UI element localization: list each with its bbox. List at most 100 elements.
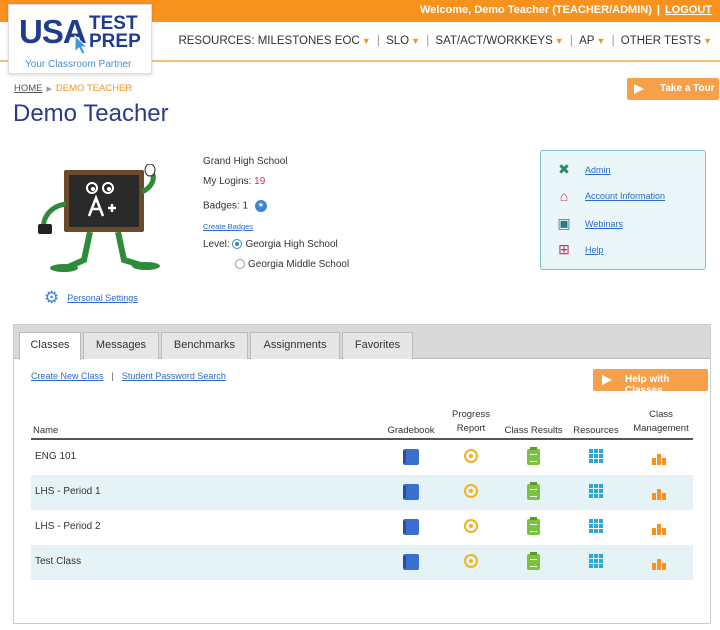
level-option-middle-school[interactable]: Georgia Middle School — [235, 259, 349, 270]
nav-item-sat-act[interactable]: SAT/ACT/WORKKEYS ▼ — [435, 35, 563, 47]
class-management-icon[interactable] — [652, 521, 668, 535]
tour-button-label: Take a Tour — [660, 83, 715, 94]
class-name: Test Class — [35, 556, 82, 567]
level-label: Level: — [203, 239, 230, 250]
resources-grid-icon[interactable] — [589, 554, 603, 568]
header-name: Name — [33, 425, 59, 436]
webinars-item[interactable]: ▣ Webinars — [555, 215, 623, 232]
help-with-classes-button[interactable]: Help with Classes — [593, 369, 708, 396]
account-information-item[interactable]: ⌂ Account Information — [555, 188, 665, 204]
radio-unselected-icon[interactable] — [235, 259, 245, 270]
breadcrumb-home-link[interactable]: HOME — [14, 83, 43, 94]
welcome-area: Welcome, Demo Teacher (TEACHER/ADMIN) | LO… — [420, 4, 712, 16]
usatestprep-logo[interactable]: USA TEST PREP Your Classroom Partner — [8, 4, 152, 74]
tab-classes[interactable]: Classes — [19, 332, 81, 360]
logins-label: My Logins: — [203, 176, 252, 187]
header-gradebook: Gradebook — [387, 425, 435, 436]
class-results-icon[interactable] — [527, 517, 540, 535]
tab-messages[interactable]: Messages — [83, 332, 159, 359]
class-management-icon[interactable] — [652, 451, 668, 465]
page-title: Demo Teacher — [13, 100, 169, 127]
level-selector: Level: Georgia High School — [203, 239, 338, 250]
caret-down-icon: ▼ — [411, 36, 420, 46]
tab-bar: Classes Messages Benchmarks Assignments … — [14, 325, 710, 360]
gradebook-icon[interactable] — [403, 554, 419, 570]
header-class-results: Class Results — [504, 425, 563, 436]
nav-resources-label: RESOURCES: — [178, 35, 255, 47]
take-a-tour-button[interactable]: Take a Tour — [627, 78, 719, 100]
logout-link[interactable]: LOGOUT — [665, 4, 712, 16]
badge-icon[interactable]: ★ — [254, 200, 267, 212]
badges: Badges: 1 ★ — [203, 200, 267, 212]
play-icon — [602, 375, 612, 385]
resources-grid-icon[interactable] — [589, 519, 603, 533]
help-link[interactable]: Help — [585, 245, 604, 255]
webinars-link[interactable]: Webinars — [585, 219, 623, 229]
gradebook-icon[interactable] — [403, 484, 419, 500]
class-name: ENG 101 — [35, 451, 77, 462]
gear-icon[interactable]: ⚙ — [44, 288, 59, 308]
nav-item-ap[interactable]: AP ▼ — [579, 35, 605, 47]
resources-grid-icon[interactable] — [589, 484, 603, 498]
progress-report-icon[interactable] — [464, 484, 478, 498]
nav-item-milestones[interactable]: MILESTONES EOC ▼ — [258, 35, 371, 47]
create-new-class-link[interactable]: Create New Class — [31, 371, 104, 381]
class-management-icon[interactable] — [652, 486, 668, 500]
progress-report-icon[interactable] — [464, 449, 478, 463]
radio-selected-icon[interactable] — [232, 239, 243, 250]
nav-item-label: AP — [579, 35, 595, 47]
main-nav: RESOURCES: MILESTONES EOC ▼ | SLO ▼ | SAT/… — [178, 35, 712, 47]
class-results-icon[interactable] — [527, 447, 540, 465]
progress-report-icon[interactable] — [464, 554, 478, 568]
personal-settings-link[interactable]: Personal Settings — [67, 293, 138, 303]
gradebook-icon[interactable] — [403, 519, 419, 535]
gradebook-icon[interactable] — [403, 449, 419, 465]
class-name: LHS - Period 1 — [35, 486, 101, 497]
class-action-links: Create New Class | Student Password Search — [31, 371, 226, 381]
class-management-icon[interactable] — [652, 556, 668, 570]
level-option-label: Georgia Middle School — [248, 259, 350, 270]
nav-separator: | — [376, 35, 380, 47]
admin-link-item[interactable]: ✖ Admin — [555, 161, 611, 178]
tools-icon: ✖ — [558, 161, 570, 177]
nav-item-other-tests[interactable]: OTHER TESTS ▼ — [621, 35, 712, 47]
caret-down-icon: ▼ — [554, 36, 564, 46]
nav-item-label: OTHER TESTS — [620, 35, 702, 47]
logo-tagline: Your Classroom Partner — [25, 59, 132, 70]
header-management-line1: Class — [649, 409, 673, 420]
tab-favorites[interactable]: Favorites — [342, 332, 413, 359]
my-logins: My Logins: 19 — [203, 176, 265, 187]
school-building-icon: ⌂ — [559, 188, 569, 204]
play-icon — [634, 84, 644, 94]
admin-link[interactable]: Admin — [585, 165, 611, 175]
table-header: Name Gradebook Progress Report Class Res… — [31, 407, 693, 440]
level-option-label: Georgia High School — [245, 239, 338, 250]
nav-item-slo[interactable]: SLO ▼ — [386, 35, 420, 47]
chevron-right-icon: ▶ — [46, 86, 52, 93]
table-row: LHS - Period 1 — [31, 475, 693, 510]
school-name: Grand High School — [203, 156, 288, 167]
badges-value: 1 — [242, 200, 249, 212]
header-class-management: Class Management — [629, 408, 693, 436]
class-results-icon[interactable] — [527, 552, 540, 570]
progress-report-icon[interactable] — [464, 519, 478, 533]
class-results-icon[interactable] — [527, 482, 540, 500]
resources-grid-icon[interactable] — [589, 449, 603, 463]
nav-separator: | — [426, 35, 430, 47]
chalkboard-mascot-image — [38, 164, 160, 272]
create-badges-link[interactable]: Create Badges — [203, 222, 253, 231]
nav-item-label: MILESTONES EOC — [257, 35, 360, 47]
personal-settings: ⚙ Personal Settings — [44, 288, 138, 308]
classes-table: Name Gradebook Progress Report Class Res… — [31, 407, 693, 580]
help-item[interactable]: ⊞ Help — [555, 241, 604, 258]
presentation-icon: ▣ — [557, 215, 571, 231]
level-option-high-school[interactable]: Georgia High School — [232, 239, 338, 250]
badges-label: Badges: — [203, 200, 240, 212]
tab-assignments[interactable]: Assignments — [250, 332, 340, 359]
student-password-search-link[interactable]: Student Password Search — [122, 371, 226, 381]
link-separator: | — [111, 371, 114, 381]
account-information-link[interactable]: Account Information — [585, 191, 665, 201]
table-row: LHS - Period 2 — [31, 510, 693, 545]
tab-benchmarks[interactable]: Benchmarks — [161, 332, 248, 359]
header-management-line2: Management — [633, 423, 689, 434]
